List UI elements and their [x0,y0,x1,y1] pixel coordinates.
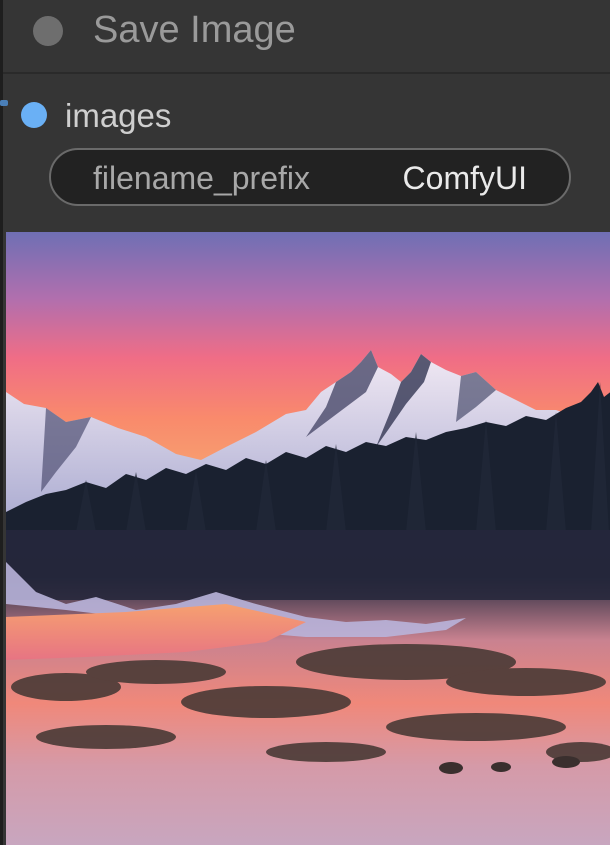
node-collapse-dot-icon[interactable] [33,16,63,46]
input-link-stub [0,100,8,106]
filename-prefix-widget[interactable]: filename_prefix ComfyUI [49,148,571,206]
widget-name: filename_prefix [93,160,310,196]
node-title-bar[interactable]: Save Image [3,0,610,74]
mountain-lake-sunset-image[interactable] [6,232,610,845]
input-label-images: images [65,97,172,134]
save-image-node[interactable]: Save Image images filename_prefix ComfyU… [0,0,610,845]
node-title: Save Image [93,9,296,51]
widget-value[interactable]: ComfyUI [403,159,527,197]
input-connection-dot-icon[interactable] [21,102,47,128]
